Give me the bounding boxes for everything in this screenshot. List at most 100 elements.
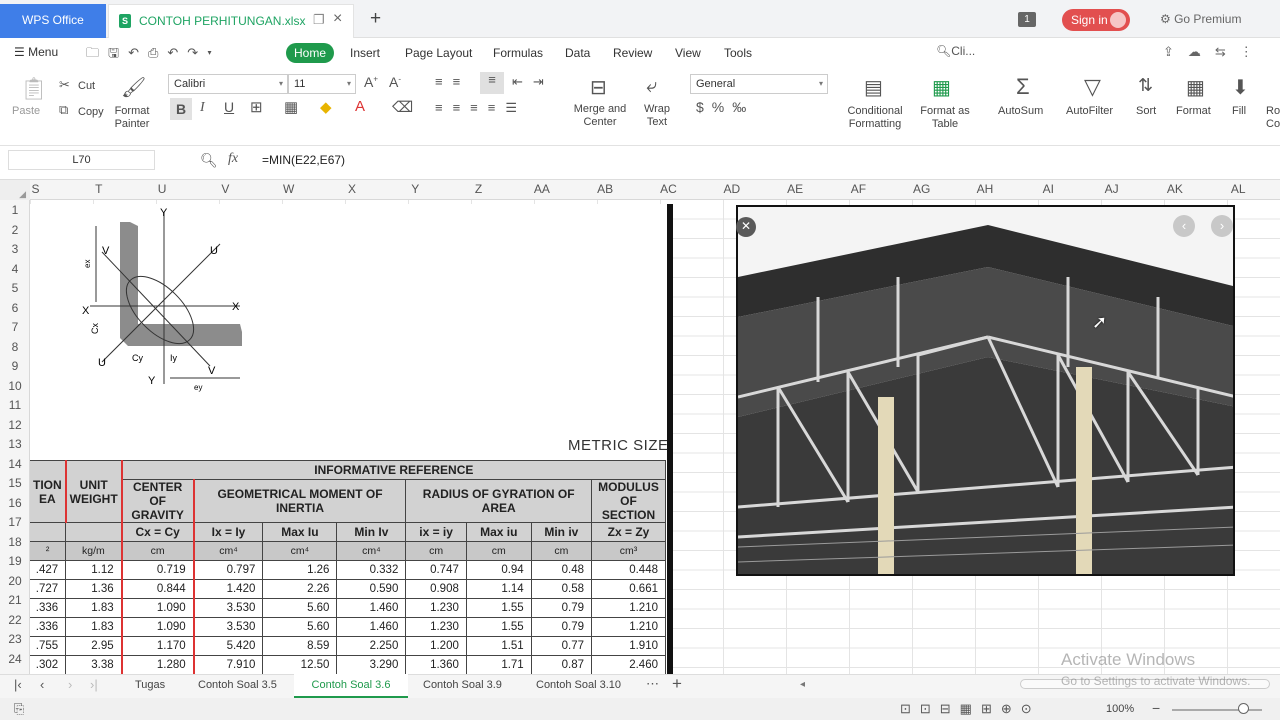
fill-label[interactable]: Fill [1232, 105, 1246, 118]
next-sheet-icon[interactable]: › [68, 677, 72, 692]
row-header[interactable]: 20 [0, 574, 30, 588]
row-header[interactable]: 4 [0, 262, 30, 276]
vertical-align-icons[interactable]: ≡≡ [435, 74, 470, 89]
column-header[interactable]: AA [510, 182, 573, 196]
search-box[interactable]: 🔍︎Cli... [936, 44, 975, 58]
font-size-select[interactable]: 11 ▾ [288, 74, 356, 94]
tab-view[interactable]: View [675, 46, 701, 60]
italic-button[interactable]: I [200, 100, 205, 116]
sign-in-button[interactable]: Sign in [1062, 9, 1130, 31]
autosum-label[interactable]: AutoSum [998, 105, 1043, 118]
autosum-icon[interactable]: Σ [1016, 74, 1030, 100]
format-as-table-label[interactable]: Format as Table [916, 105, 974, 131]
row-header[interactable]: 6 [0, 301, 30, 315]
more-sheets-icon[interactable]: ⋯ [646, 676, 659, 692]
tab-tools[interactable]: Tools [724, 46, 752, 60]
column-header[interactable]: AK [1143, 182, 1206, 196]
row-header[interactable]: 21 [0, 593, 30, 607]
paste-icon[interactable]: 📋︎ [20, 76, 48, 102]
tab-data[interactable]: Data [565, 46, 590, 60]
tab-review[interactable]: Review [613, 46, 652, 60]
zoom-level[interactable]: 100% [1106, 703, 1134, 715]
column-header[interactable]: AL [1207, 182, 1270, 196]
quick-access-toolbar[interactable]: 🗀🖫↶⎙↶↷▾ [86, 44, 221, 66]
cut-icon[interactable]: ✂ [59, 77, 70, 93]
cell-style-icon[interactable]: ▦ [284, 98, 298, 116]
sort-label[interactable]: Sort [1136, 105, 1156, 118]
photo-next-button[interactable]: › [1211, 215, 1233, 237]
sheet-tab-tugas[interactable]: Tugas [135, 679, 165, 691]
row-header[interactable]: 13 [0, 437, 30, 451]
column-header[interactable]: AG [890, 182, 953, 196]
row-header[interactable]: 5 [0, 281, 30, 295]
merge-center-icon[interactable]: ⊟ [590, 75, 607, 100]
conditional-formatting-label[interactable]: Conditional Formatting [840, 105, 910, 131]
sort-icon[interactable]: ⇅ [1138, 75, 1153, 96]
last-sheet-icon[interactable]: ›| [90, 677, 98, 692]
photo-prev-button[interactable]: ‹ [1173, 215, 1195, 237]
row-header[interactable]: 19 [0, 554, 30, 568]
align-bottom-button[interactable]: ≡ [480, 72, 504, 94]
wrap-text-icon[interactable]: ⤶ [646, 75, 657, 98]
row-header[interactable]: 18 [0, 535, 30, 549]
column-header[interactable]: Z [447, 182, 510, 196]
row-header[interactable]: 14 [0, 457, 30, 471]
format-icon[interactable]: ▦ [1186, 75, 1205, 100]
photo-close-button[interactable]: ✕ [736, 217, 756, 237]
fill-color-icon[interactable]: ◆ [320, 98, 332, 116]
column-header[interactable]: X [321, 182, 384, 196]
sheet-tab-contoh-3-5[interactable]: Contoh Soal 3.5 [198, 679, 277, 691]
rows-columns-label[interactable]: Ro Co [1266, 105, 1280, 131]
indent-icons[interactable]: ⇤⇥ [512, 74, 554, 90]
zoom-slider-thumb[interactable] [1238, 703, 1249, 714]
row-header[interactable]: 1 [0, 203, 30, 217]
format-label[interactable]: Format [1176, 105, 1211, 118]
row-header[interactable]: 12 [0, 418, 30, 432]
format-as-table-icon[interactable]: ▦ [932, 75, 951, 100]
column-header[interactable]: AI [1017, 182, 1080, 196]
tab-home[interactable]: Home [286, 43, 334, 63]
restore-window-icon[interactable]: ❐ [313, 12, 325, 28]
autofilter-label[interactable]: AutoFilter [1066, 105, 1113, 118]
row-header[interactable]: 10 [0, 379, 30, 393]
row-header[interactable]: 24 [0, 652, 30, 666]
column-header[interactable]: U [131, 182, 194, 196]
column-header[interactable]: Y [384, 182, 447, 196]
formula-input[interactable]: =MIN(E22,E67) [262, 153, 345, 167]
borders-icon[interactable]: ⊞ [250, 98, 263, 116]
function-icon[interactable]: fx [228, 151, 238, 167]
copy-label[interactable]: Copy [78, 106, 104, 119]
row-header[interactable]: 2 [0, 223, 30, 237]
zoom-out-icon[interactable]: − [1152, 700, 1160, 716]
paste-label[interactable]: Paste [12, 105, 40, 118]
main-menu-button[interactable]: ☰ Menu [14, 45, 58, 59]
prev-sheet-icon[interactable]: ‹ [40, 677, 44, 692]
zoom-formula-icon[interactable]: 🔍︎ [200, 152, 218, 169]
row-header[interactable]: 22 [0, 613, 30, 627]
close-tab-icon[interactable]: × [333, 10, 342, 28]
underline-button[interactable]: U [224, 99, 234, 115]
column-header[interactable]: AF [827, 182, 890, 196]
row-header[interactable]: 11 [0, 398, 30, 412]
row-header[interactable]: 15 [0, 476, 30, 490]
fill-icon[interactable]: ⬇ [1232, 75, 1249, 100]
steel-roof-truss-photo[interactable] [736, 205, 1235, 576]
column-header[interactable]: AB [574, 182, 637, 196]
format-painter-label[interactable]: Format Painter [113, 105, 151, 131]
conditional-formatting-icon[interactable]: ▤ [864, 75, 883, 100]
row-header[interactable]: 16 [0, 496, 30, 510]
bold-button[interactable]: B [170, 98, 192, 120]
sheet-tab-contoh-3-6[interactable]: Contoh Soal 3.6 [294, 674, 408, 698]
add-sheet-button[interactable]: + [672, 674, 682, 694]
row-header[interactable]: 23 [0, 632, 30, 646]
tab-insert[interactable]: Insert [350, 46, 380, 60]
notification-badge[interactable]: 1 [1018, 12, 1036, 27]
horizontal-align-icons[interactable]: ≡≡≡≡☰ [435, 100, 527, 116]
scroll-left-icon[interactable]: ◂ [800, 679, 805, 690]
wrap-text-label[interactable]: Wrap Text [638, 103, 676, 129]
view-mode-icons[interactable]: ⊡⊡⊟▦⊞⊕⊙ [900, 701, 1041, 717]
column-header[interactable]: S [4, 182, 67, 196]
sheet-tab-contoh-3-10[interactable]: Contoh Soal 3.10 [536, 679, 621, 691]
column-header[interactable]: AJ [1080, 182, 1143, 196]
tab-formulas[interactable]: Formulas [493, 46, 543, 60]
